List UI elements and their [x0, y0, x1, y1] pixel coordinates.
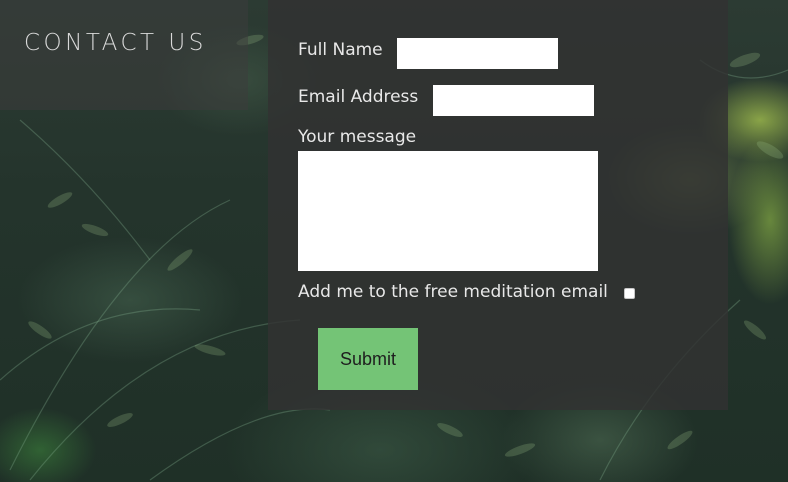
message-textarea[interactable] — [298, 151, 598, 271]
message-label: Your message — [298, 127, 417, 147]
submit-button[interactable]: Submit — [318, 328, 418, 390]
newsletter-checkbox[interactable] — [624, 288, 635, 299]
email-label: Email Address — [298, 87, 419, 107]
full-name-label: Full Name — [298, 40, 383, 60]
newsletter-label: Add me to the free meditation email — [298, 282, 608, 302]
full-name-input[interactable] — [397, 38, 558, 69]
email-input[interactable] — [433, 85, 594, 116]
contact-form: Full Name Email Address Your message Add… — [268, 0, 728, 410]
contact-header-box: CONTACT US — [0, 0, 248, 110]
page-title: CONTACT US — [24, 30, 207, 56]
